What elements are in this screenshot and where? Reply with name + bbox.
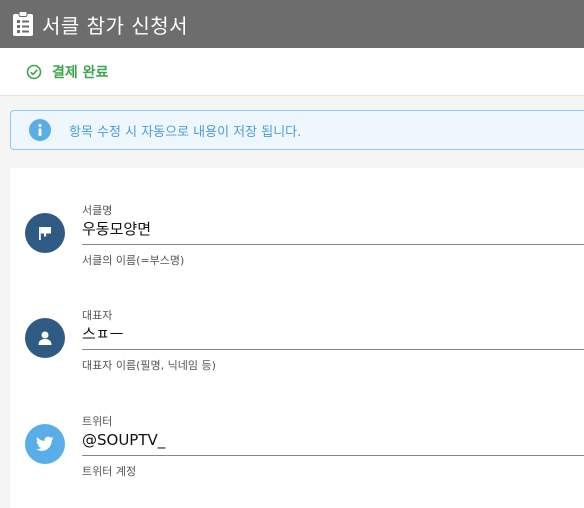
representative-input[interactable]: 스ㅍㅡ bbox=[82, 323, 584, 350]
payment-status-label: 결제 완료 bbox=[52, 64, 109, 81]
representative-hint: 대표자 이름(필명, 닉네임 등) bbox=[82, 359, 216, 372]
check-circle-icon bbox=[26, 64, 42, 80]
info-icon bbox=[29, 119, 51, 141]
application-form: 서클명 우동모양면 서클의 이름(=부스명) 대표자 스ㅍㅡ 대표자 이름(필명… bbox=[10, 168, 584, 508]
field-twitter: 트위터 @SOUPTV_ 트위터 계정 bbox=[10, 389, 584, 489]
field-representative: 대표자 스ㅍㅡ 대표자 이름(필명, 닉네임 등) bbox=[10, 283, 584, 383]
twitter-hint: 트위터 계정 bbox=[82, 465, 137, 478]
field-circle-name: 서클명 우동모양면 서클의 이름(=부스명) bbox=[10, 178, 584, 278]
flag-icon bbox=[25, 213, 65, 253]
twitter-input[interactable]: @SOUPTV_ bbox=[82, 429, 584, 456]
circle-name-input[interactable]: 우동모양면 bbox=[82, 218, 584, 245]
autosave-notice-text: 항목 수정 시 자동으로 내용이 저장 됩니다. bbox=[69, 124, 302, 140]
representative-label: 대표자 bbox=[82, 309, 113, 322]
app-header: 서클 참가 신청서 bbox=[0, 0, 584, 48]
circle-name-hint: 서클의 이름(=부스명) bbox=[82, 254, 185, 267]
twitter-icon bbox=[25, 424, 65, 464]
person-icon bbox=[25, 318, 65, 358]
twitter-label: 트위터 bbox=[82, 415, 113, 428]
circle-name-label: 서클명 bbox=[82, 204, 113, 217]
autosave-notice: 항목 수정 시 자동으로 내용이 저장 됩니다. bbox=[10, 110, 584, 150]
clipboard-icon bbox=[12, 11, 34, 37]
payment-status: 결제 완료 bbox=[0, 48, 584, 96]
page-title: 서클 참가 신청서 bbox=[42, 13, 189, 38]
